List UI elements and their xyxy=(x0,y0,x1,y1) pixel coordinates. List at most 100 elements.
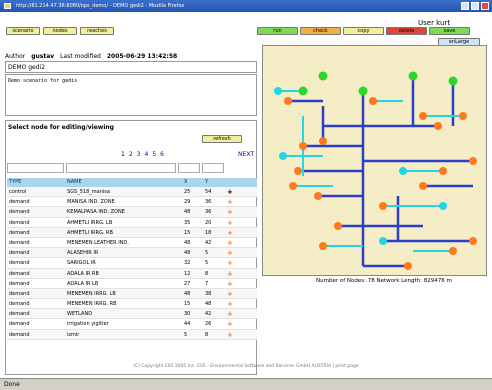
page-link[interactable]: 2 xyxy=(129,151,133,158)
node-type-cell: demand xyxy=(9,260,30,267)
delete-button[interactable]: delete xyxy=(386,27,427,35)
table-row[interactable]: demand MANISA IND. ZONE 29 36 + xyxy=(7,197,257,208)
edit-node-icon[interactable]: + xyxy=(227,309,233,319)
scenario-button[interactable]: scenario xyxy=(6,27,40,35)
demand-node[interactable] xyxy=(469,237,477,245)
x-filter-input[interactable] xyxy=(178,163,200,173)
table-row[interactable]: demand AHMETLI IRRG. RB 15 18 + xyxy=(7,227,257,238)
type-column-header[interactable]: TYPE xyxy=(9,178,21,187)
demand-node[interactable] xyxy=(469,157,477,165)
demand-node[interactable] xyxy=(314,192,322,200)
name-column-header[interactable]: NAME xyxy=(67,178,82,187)
x-column-header[interactable]: X xyxy=(184,178,187,187)
save-button[interactable]: save xyxy=(429,27,470,35)
network-schematic[interactable] xyxy=(263,46,488,277)
maximize-icon[interactable] xyxy=(471,2,479,10)
edit-node-icon[interactable]: + xyxy=(227,187,233,197)
node-x-cell: 35 xyxy=(184,219,191,226)
edit-node-icon[interactable]: + xyxy=(227,269,233,279)
run-button[interactable]: run xyxy=(257,27,298,35)
table-row[interactable]: demand ALASEHIR IR 48 5 + xyxy=(7,248,257,259)
next-page-link[interactable]: NEXT xyxy=(238,151,254,158)
edit-node-icon[interactable]: + xyxy=(227,197,233,207)
edit-node-icon[interactable]: + xyxy=(227,218,233,228)
page-link[interactable]: 1 xyxy=(121,151,125,158)
demand-node[interactable] xyxy=(284,97,292,105)
node-y-cell: 5 xyxy=(205,260,209,267)
page-link[interactable]: 3 xyxy=(137,151,141,158)
y-filter-input[interactable] xyxy=(202,163,224,173)
source-node[interactable] xyxy=(379,237,387,245)
supply-node[interactable] xyxy=(298,86,308,96)
demand-node[interactable] xyxy=(419,182,427,190)
node-y-cell: 48 xyxy=(205,301,212,308)
table-row[interactable]: demand MENEMEN IRRG. RB 15 48 + xyxy=(7,299,257,310)
demand-node[interactable] xyxy=(404,262,412,270)
edit-node-icon[interactable]: + xyxy=(227,207,233,217)
demand-node[interactable] xyxy=(319,242,327,250)
node-x-cell: 25 xyxy=(184,189,191,195)
supply-node[interactable] xyxy=(358,86,368,96)
page-link[interactable]: 5 xyxy=(152,151,156,158)
close-icon[interactable] xyxy=(481,2,489,10)
demand-node[interactable] xyxy=(369,97,377,105)
scenario-name-field[interactable]: DEMO gedi2 xyxy=(5,61,257,73)
source-node[interactable] xyxy=(279,152,287,160)
demand-node[interactable] xyxy=(449,247,457,255)
edit-node-icon[interactable]: + xyxy=(227,299,233,309)
demand-node[interactable] xyxy=(379,202,387,210)
edit-node-icon[interactable]: + xyxy=(227,248,233,258)
y-column-header[interactable]: Y xyxy=(205,178,208,187)
table-row[interactable]: demand izmir 5 8 + xyxy=(7,329,257,340)
page-link[interactable]: 4 xyxy=(144,151,148,158)
demand-node[interactable] xyxy=(459,112,467,120)
source-node[interactable] xyxy=(274,87,282,95)
node-type-cell: control xyxy=(9,189,27,195)
nodes-button[interactable]: nodes xyxy=(43,27,77,35)
source-node[interactable] xyxy=(399,167,407,175)
demand-node[interactable] xyxy=(334,222,342,230)
demand-node[interactable] xyxy=(299,142,307,150)
minimize-icon[interactable] xyxy=(461,2,469,10)
refresh-button[interactable]: refresh xyxy=(202,135,242,143)
node-type-cell: demand xyxy=(9,199,30,206)
type-filter-input[interactable] xyxy=(7,163,64,173)
reaches-button[interactable]: reaches xyxy=(80,27,114,35)
source-node[interactable] xyxy=(439,202,447,210)
table-row[interactable]: demand ADALA IR RB 12 8 + xyxy=(7,268,257,279)
demand-node[interactable] xyxy=(434,122,442,130)
table-row[interactable]: demand SARIGOL IR 32 5 + xyxy=(7,258,257,269)
demand-node[interactable] xyxy=(289,182,297,190)
edit-node-icon[interactable]: + xyxy=(227,289,233,299)
supply-node[interactable] xyxy=(448,76,458,86)
edit-node-icon[interactable]: + xyxy=(227,279,233,289)
table-row[interactable]: demand MENEMEN LEATHER IND. 48 42 + xyxy=(7,238,257,249)
edit-node-icon[interactable]: + xyxy=(227,238,233,248)
demand-node[interactable] xyxy=(319,137,327,145)
network-map[interactable] xyxy=(262,45,487,276)
edit-node-icon[interactable]: + xyxy=(227,258,233,268)
table-row[interactable]: demand KEMALPASA IND. ZONE 48 36 + xyxy=(7,207,257,218)
demand-node[interactable] xyxy=(439,167,447,175)
table-row[interactable]: demand irrigation yigitler 44 26 + xyxy=(7,319,257,330)
demand-node[interactable] xyxy=(294,167,302,175)
node-y-cell: 42 xyxy=(205,239,212,246)
edit-node-icon[interactable]: + xyxy=(227,228,233,238)
table-row[interactable]: demand ADALA IR LB 27 7 + xyxy=(7,279,257,289)
supply-node[interactable] xyxy=(318,71,328,81)
table-row[interactable]: control SGS_518_manisa 25 54 + xyxy=(7,187,257,198)
edit-node-icon[interactable]: + xyxy=(227,330,233,340)
scenario-description-field[interactable]: Demo scenario for gedis xyxy=(5,74,257,116)
table-row[interactable]: demand AHMETLI IRRG. LB 35 20 + xyxy=(7,218,257,228)
name-filter-input[interactable] xyxy=(66,163,176,173)
table-row[interactable]: demand WETLAND 30 42 + xyxy=(7,309,257,320)
table-row[interactable]: demand MENEMEN IRRG. LB 48 38 + xyxy=(7,288,257,300)
supply-node[interactable] xyxy=(408,71,418,81)
edit-node-icon[interactable]: + xyxy=(227,319,233,329)
demand-node[interactable] xyxy=(419,112,427,120)
copy-button[interactable]: copy xyxy=(343,27,384,35)
modified-label: Last modified xyxy=(60,53,101,60)
check-button[interactable]: check xyxy=(300,27,341,35)
node-name-cell: SGS_518_manisa xyxy=(67,189,110,195)
page-link[interactable]: 6 xyxy=(160,151,164,158)
